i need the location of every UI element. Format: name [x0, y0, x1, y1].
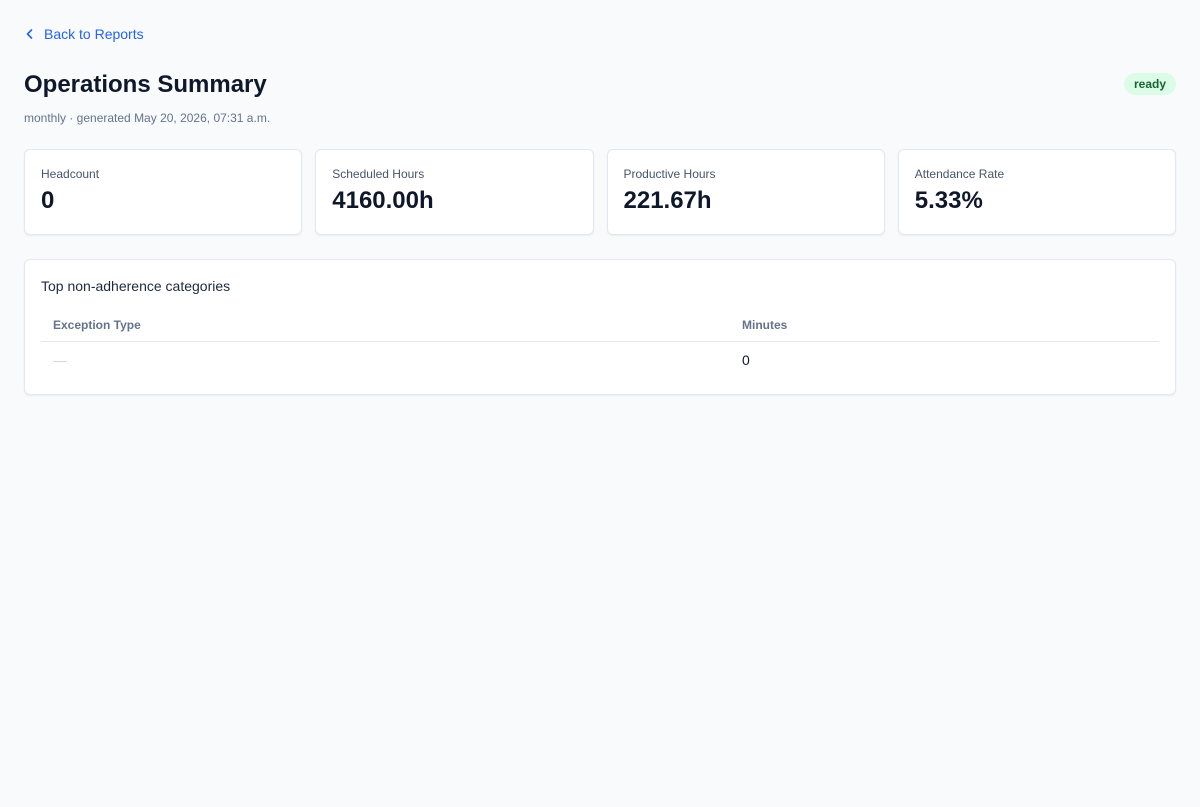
- stats-row: Headcount 0 Scheduled Hours 4160.00h Pro…: [24, 149, 1176, 235]
- stat-label: Headcount: [41, 167, 100, 181]
- table-header-row: Exception Type Minutes: [41, 314, 1159, 342]
- page-title: Operations Summary: [24, 71, 267, 98]
- stat-value: 5.33%: [914, 187, 983, 214]
- report-subtitle: monthly · generated May 20, 2026, 07:31 …: [24, 111, 271, 125]
- report-header: Operations Summary monthly · generated M…: [24, 69, 1176, 125]
- stat-card-headcount: Headcount 0: [24, 149, 303, 235]
- header-text: Operations Summary monthly · generated M…: [24, 69, 270, 125]
- cell-minutes: 0: [742, 352, 750, 368]
- non-adherence-table: Exception Type Minutes — 0: [41, 314, 1159, 376]
- table-row: — 0: [41, 342, 1159, 377]
- stat-label: Scheduled Hours: [332, 167, 425, 181]
- stat-card-attendance-rate: Attendance Rate 5.33%: [897, 149, 1176, 235]
- stat-value: 4160.00h: [332, 187, 434, 214]
- column-header-exception-type: Exception Type: [41, 314, 730, 342]
- back-to-reports-link[interactable]: Back to Reports: [24, 24, 144, 44]
- stat-card-productive-hours: Productive Hours 221.67h: [606, 149, 885, 235]
- stat-value: 0: [41, 187, 55, 214]
- stat-value: 221.67h: [623, 187, 712, 214]
- column-header-minutes: Minutes: [730, 314, 1159, 342]
- stat-card-scheduled-hours: Scheduled Hours 4160.00h: [315, 149, 594, 235]
- stat-label: Attendance Rate: [914, 167, 1005, 181]
- status-badge: ready: [1123, 73, 1176, 95]
- report-page: Back to Reports Operations Summary month…: [0, 0, 1200, 395]
- cell-exception-type: —: [53, 352, 67, 368]
- panel-title: Top non-adherence categories: [41, 278, 231, 294]
- chevron-left-icon: [24, 28, 36, 40]
- stat-label: Productive Hours: [623, 167, 716, 181]
- back-link-label: Back to Reports: [44, 26, 144, 42]
- non-adherence-panel: Top non-adherence categories Exception T…: [24, 259, 1176, 395]
